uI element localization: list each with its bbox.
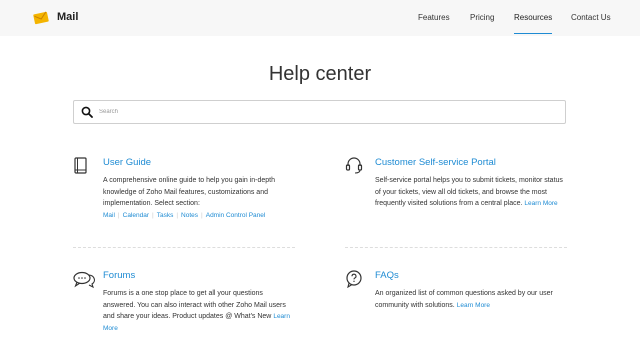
user-guide-title[interactable]: User Guide [103, 157, 151, 168]
faqs-learn-more[interactable]: Learn More [457, 302, 490, 309]
faqs-desc: An organized list of common questions as… [375, 290, 553, 309]
search-input[interactable] [99, 105, 549, 119]
user-guide-section-links: Mail | Calendar | Tasks | Notes | Admin Control … [103, 212, 266, 219]
nav-resources[interactable]: Resources [514, 13, 553, 34]
section-link-mail[interactable]: Mail [103, 212, 115, 219]
nav-features[interactable]: Features [418, 13, 450, 22]
divider [73, 247, 295, 248]
search-box[interactable] [73, 100, 566, 124]
section-link-admin-control-panel[interactable]: Admin Control Panel [206, 212, 266, 219]
user-guide-desc: A comprehensive online guide to help you… [103, 177, 276, 207]
headset-icon [345, 157, 363, 174]
page-title: Help center [268, 63, 372, 85]
faqs-title[interactable]: FAQs [375, 270, 399, 281]
self-service-learn-more[interactable]: Learn More [524, 200, 557, 207]
search-icon [81, 106, 93, 118]
self-service-desc: Self-service portal helps you to submit … [375, 177, 563, 207]
forums-desc: Forums is a one stop place to get all yo… [103, 290, 290, 332]
question-bubble-icon [346, 270, 362, 288]
top-navbar: Mail Features Pricing Resources Contact … [0, 0, 640, 36]
section-link-notes[interactable]: Notes [181, 212, 198, 219]
book-icon [74, 157, 87, 174]
section-link-tasks[interactable]: Tasks [157, 212, 174, 219]
brand-name[interactable]: Mail [57, 11, 78, 23]
self-service-title[interactable]: Customer Self-service Portal [375, 157, 496, 168]
mail-logo-icon[interactable] [33, 9, 49, 25]
nav-pricing[interactable]: Pricing [470, 13, 494, 22]
chat-bubbles-icon [73, 271, 95, 289]
divider [345, 247, 567, 248]
forums-title[interactable]: Forums [103, 270, 135, 281]
nav-contact-us[interactable]: Contact Us [571, 13, 611, 22]
section-link-calendar[interactable]: Calendar [123, 212, 149, 219]
